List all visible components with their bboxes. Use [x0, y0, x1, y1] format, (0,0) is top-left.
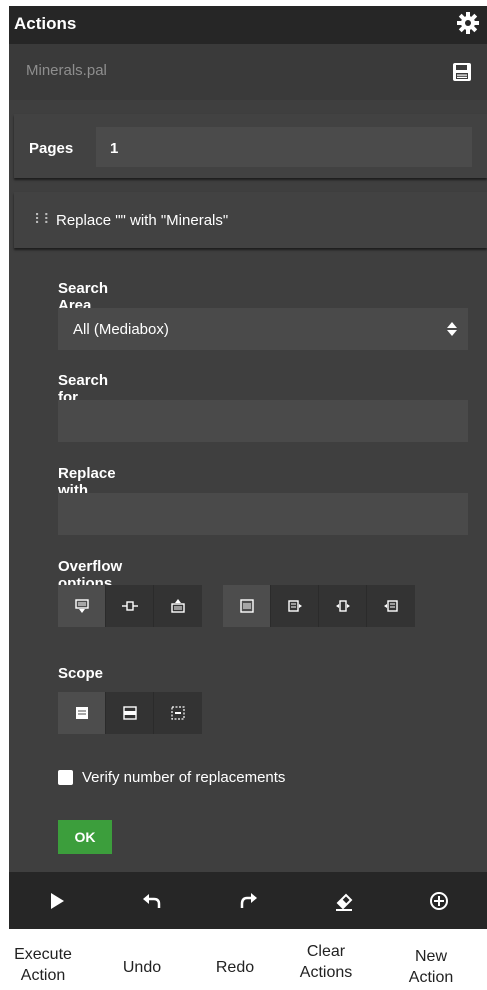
- redo-icon[interactable]: [200, 872, 296, 929]
- overflow-shrink-button[interactable]: [58, 585, 106, 627]
- new-action-label[interactable]: New Action: [396, 946, 466, 988]
- toolbar-labels: Execute Action Undo Redo Clear Actions N…: [0, 934, 487, 990]
- file-name: Minerals.pal: [26, 62, 107, 79]
- pages-label: Pages: [29, 140, 74, 157]
- overflow-clip-button[interactable]: [223, 585, 271, 627]
- search-for-input[interactable]: [58, 400, 468, 442]
- clear-label-line-2: Actions: [299, 964, 353, 981]
- drag-handle-icon[interactable]: ⠇⠇: [34, 211, 53, 228]
- overflow-extend-both-button[interactable]: [319, 585, 367, 627]
- panel-title: Actions: [14, 14, 77, 33]
- undo-icon[interactable]: [105, 872, 201, 929]
- new-label-line-2: Action: [408, 969, 454, 986]
- pages-value: 1: [110, 140, 119, 157]
- action-label: Replace "" with "Minerals": [56, 212, 229, 229]
- plus-circle-icon[interactable]: [391, 872, 487, 929]
- pages-input[interactable]: 1: [96, 127, 472, 167]
- play-icon[interactable]: [9, 872, 105, 929]
- search-area-value: All (Mediabox): [73, 321, 169, 338]
- overflow-options-group-1: [58, 585, 202, 627]
- ok-button[interactable]: OK: [58, 820, 112, 854]
- pages-card: Pages 1: [14, 114, 487, 178]
- overflow-extend-left-button[interactable]: [367, 585, 415, 627]
- execute-label-line-2: Action: [20, 967, 66, 984]
- overflow-squeeze-button[interactable]: [106, 585, 154, 627]
- scope-section-button[interactable]: [106, 692, 154, 734]
- scope-group: [58, 692, 202, 734]
- verify-checkbox[interactable]: [58, 770, 73, 785]
- redo-label[interactable]: Redo: [203, 957, 267, 978]
- verify-label[interactable]: Verify number of replacements: [82, 769, 285, 786]
- clear-label-line-1: Clear: [306, 943, 346, 960]
- chevron-updown-icon: [446, 320, 458, 338]
- scope-selection-button[interactable]: [154, 692, 202, 734]
- action-card[interactable]: ⠇⠇ Replace "" with "Minerals": [14, 192, 487, 248]
- replace-with-input[interactable]: [58, 493, 468, 535]
- new-label-line-1: New: [414, 948, 447, 965]
- search-area-select[interactable]: All (Mediabox): [58, 308, 468, 350]
- floppy-disk-icon[interactable]: [449, 59, 475, 85]
- overflow-fit-button[interactable]: [154, 585, 202, 627]
- execute-action-label[interactable]: Execute Action: [8, 944, 78, 986]
- scope-label: Scope: [58, 665, 104, 682]
- execute-label-line-1: Execute: [14, 946, 72, 963]
- clear-actions-label[interactable]: Clear Actions: [288, 941, 364, 983]
- actions-panel: Actions Minerals.pal Pages 1 ⠇⠇ Replace …: [9, 6, 487, 929]
- overflow-extend-right-button[interactable]: [271, 585, 319, 627]
- eraser-icon[interactable]: [296, 872, 392, 929]
- file-bar: Minerals.pal: [9, 44, 487, 100]
- scope-page-button[interactable]: [58, 692, 106, 734]
- gear-icon[interactable]: [455, 11, 481, 37]
- overflow-options-group-2: [223, 585, 415, 627]
- undo-label[interactable]: Undo: [110, 957, 174, 978]
- panel-header: Actions: [9, 6, 487, 44]
- bottom-toolbar: [9, 872, 487, 929]
